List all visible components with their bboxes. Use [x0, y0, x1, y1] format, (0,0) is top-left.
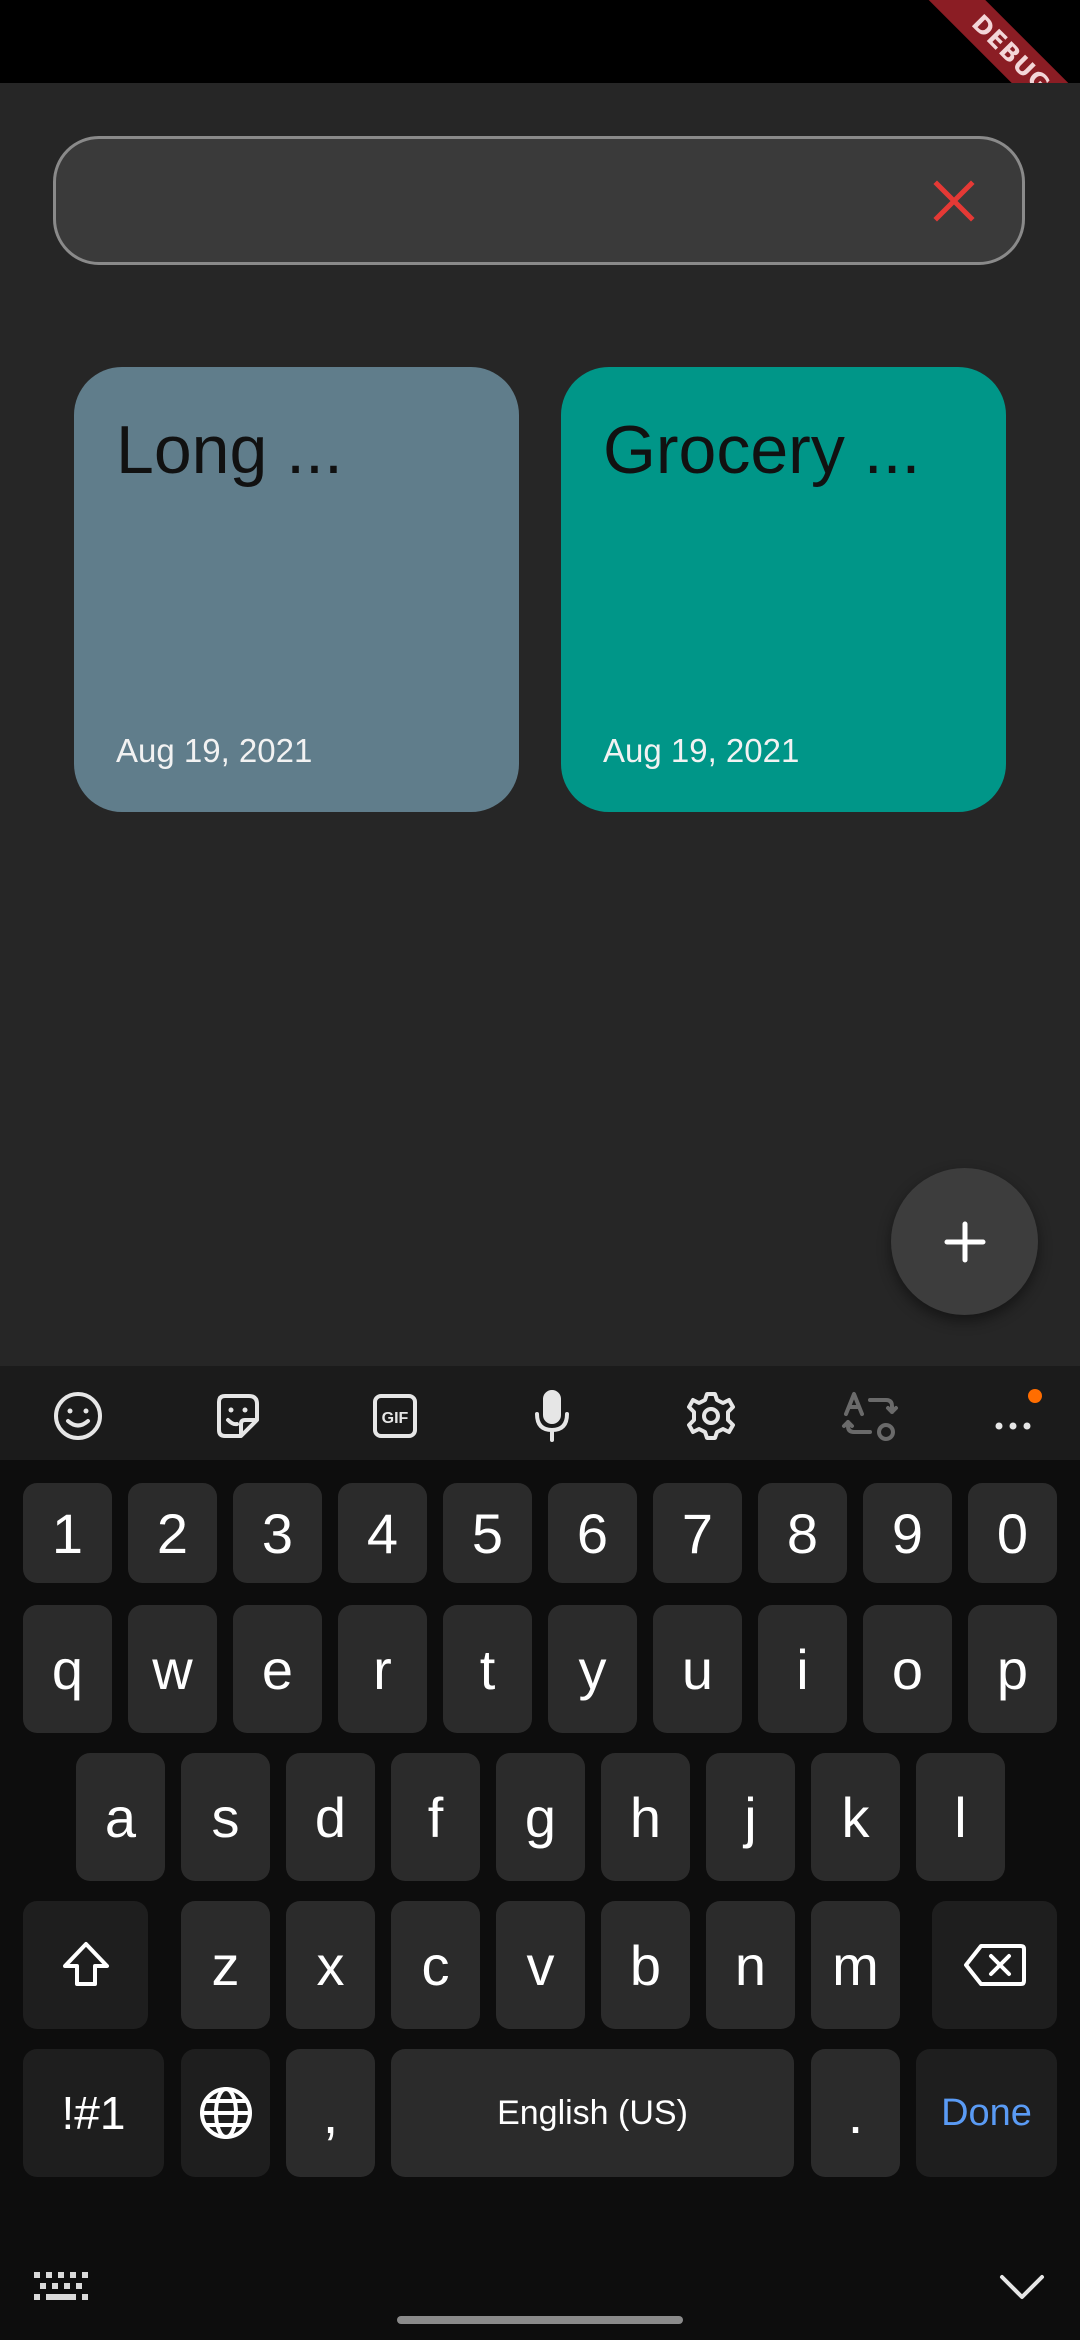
key[interactable]: j	[706, 1753, 795, 1881]
comma-key[interactable]: ,	[286, 2049, 375, 2177]
key[interactable]: f	[391, 1753, 480, 1881]
note-title: Long ...	[116, 412, 343, 488]
key[interactable]: p	[968, 1605, 1057, 1733]
gif-label: GIF	[382, 1410, 409, 1427]
key[interactable]: 4	[338, 1483, 427, 1583]
plus-icon	[944, 1221, 985, 1262]
keyboard-switch-icon[interactable]	[30, 2266, 90, 2306]
key[interactable]: 9	[863, 1483, 952, 1583]
sticker-icon[interactable]	[207, 1386, 267, 1446]
globe-icon	[199, 2087, 252, 2139]
key[interactable]: 1	[23, 1483, 112, 1583]
key[interactable]: m	[811, 1901, 900, 2029]
search-bar[interactable]	[53, 136, 1025, 265]
home-indicator	[397, 2316, 683, 2324]
language-key[interactable]	[181, 2049, 270, 2177]
key[interactable]: v	[496, 1901, 585, 2029]
more-icon[interactable]	[985, 1386, 1045, 1446]
backspace-icon	[963, 1944, 1026, 1986]
key[interactable]: e	[233, 1605, 322, 1733]
chevron-down-icon[interactable]	[995, 2264, 1049, 2308]
key[interactable]: x	[286, 1901, 375, 2029]
search-input[interactable]	[96, 169, 920, 237]
key[interactable]: y	[548, 1605, 637, 1733]
close-icon	[933, 180, 975, 222]
notification-dot	[1028, 1389, 1042, 1403]
space-key[interactable]: English (US)	[391, 2049, 794, 2177]
debug-banner: DEBUG	[915, 0, 1080, 83]
key[interactable]: h	[601, 1753, 690, 1881]
note-date: Aug 19, 2021	[603, 732, 800, 769]
shift-icon	[62, 1942, 109, 1986]
key[interactable]: 6	[548, 1483, 637, 1583]
keyboard-toolbar: GIF	[0, 1366, 1080, 1460]
gif-icon[interactable]: GIF	[365, 1386, 425, 1446]
key[interactable]: o	[863, 1605, 952, 1733]
key[interactable]: 3	[233, 1483, 322, 1583]
note-title: Grocery ...	[603, 412, 921, 488]
shift-key[interactable]	[23, 1901, 148, 2029]
key[interactable]: l	[916, 1753, 1005, 1881]
emoji-icon[interactable]	[48, 1386, 108, 1446]
key[interactable]: 2	[128, 1483, 217, 1583]
key[interactable]: 8	[758, 1483, 847, 1583]
key[interactable]: b	[601, 1901, 690, 2029]
key[interactable]: t	[443, 1605, 532, 1733]
key[interactable]: s	[181, 1753, 270, 1881]
add-note-button[interactable]	[891, 1168, 1038, 1315]
clear-search-button[interactable]	[928, 175, 980, 227]
keyboard: 1 2 3 4 5 6 7 8 9 0 q w e r t y u i o p …	[0, 1460, 1080, 2340]
key[interactable]: 0	[968, 1483, 1057, 1583]
period-key[interactable]: .	[811, 2049, 900, 2177]
key[interactable]: i	[758, 1605, 847, 1733]
settings-icon[interactable]	[681, 1386, 741, 1446]
translate-icon	[840, 1386, 900, 1446]
key[interactable]: z	[181, 1901, 270, 2029]
key[interactable]: r	[338, 1605, 427, 1733]
note-date: Aug 19, 2021	[116, 732, 313, 769]
status-bar: DEBUG	[0, 0, 1080, 83]
note-card[interactable]: Long ... Aug 19, 2021	[74, 367, 519, 812]
key[interactable]: 5	[443, 1483, 532, 1583]
key[interactable]: 7	[653, 1483, 742, 1583]
symbols-key[interactable]: !#1	[23, 2049, 164, 2177]
key[interactable]: g	[496, 1753, 585, 1881]
microphone-icon[interactable]	[522, 1386, 582, 1446]
note-card[interactable]: Grocery ... Aug 19, 2021	[561, 367, 1006, 812]
key[interactable]: a	[76, 1753, 165, 1881]
backspace-key[interactable]	[932, 1901, 1057, 2029]
key[interactable]: n	[706, 1901, 795, 2029]
key[interactable]: w	[128, 1605, 217, 1733]
key[interactable]: k	[811, 1753, 900, 1881]
key[interactable]: d	[286, 1753, 375, 1881]
key[interactable]: u	[653, 1605, 742, 1733]
key[interactable]: q	[23, 1605, 112, 1733]
done-key[interactable]: Done	[916, 2049, 1057, 2177]
key[interactable]: c	[391, 1901, 480, 2029]
